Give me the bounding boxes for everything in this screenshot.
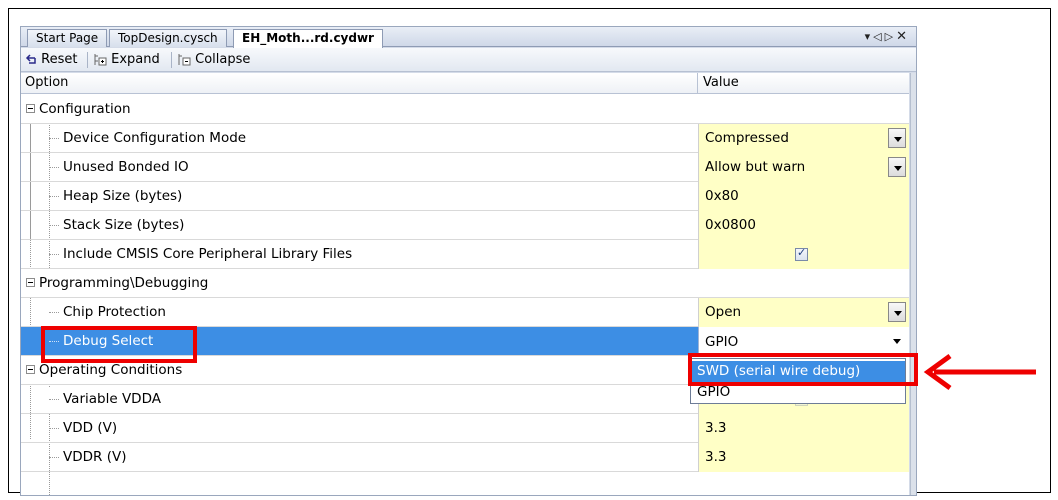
collapse-toggle-icon[interactable] bbox=[26, 278, 35, 287]
chevron-down-icon[interactable] bbox=[888, 302, 906, 322]
scroll-right-icon[interactable]: ▷ bbox=[885, 30, 896, 43]
expand-label: Expand bbox=[111, 52, 160, 67]
property-row-stack-size[interactable]: Stack Size (bytes) 0x0800 bbox=[21, 211, 909, 240]
toolbar-separator bbox=[87, 52, 88, 68]
property-value-dropdown[interactable]: Open bbox=[698, 298, 909, 327]
annotation-highlight-swd-option bbox=[688, 353, 918, 386]
property-label: Unused Bonded IO bbox=[63, 159, 189, 175]
property-row-chip-protection[interactable]: Chip Protection Open bbox=[21, 298, 909, 327]
annotation-highlight-debug-select bbox=[41, 326, 197, 363]
tree-branch bbox=[49, 196, 59, 197]
property-label: Include CMSIS Core Peripheral Library Fi… bbox=[63, 246, 353, 262]
property-value: 3.3 bbox=[705, 420, 727, 436]
reset-icon bbox=[25, 53, 36, 64]
property-value: 0x80 bbox=[705, 188, 739, 204]
group-row-programming-debugging[interactable]: Programming\Debugging bbox=[21, 269, 909, 298]
property-row-vdd[interactable]: VDD (V) 3.3 bbox=[21, 414, 909, 443]
property-row-include-cmsis[interactable]: Include CMSIS Core Peripheral Library Fi… bbox=[21, 240, 909, 269]
property-label: Chip Protection bbox=[63, 304, 166, 320]
collapse-toggle-icon[interactable] bbox=[26, 365, 35, 374]
property-value-field bbox=[698, 240, 909, 269]
group-label: Configuration bbox=[39, 101, 131, 117]
tab-label: TopDesign.cysch bbox=[118, 31, 218, 45]
toolbar: Reset Expand Collapse bbox=[21, 48, 916, 72]
group-label: Programming\Debugging bbox=[39, 275, 209, 291]
property-value: Open bbox=[705, 304, 742, 320]
debug-select-dropdown[interactable]: GPIO bbox=[698, 327, 909, 356]
chevron-down-icon[interactable] bbox=[888, 157, 906, 177]
group-label: Operating Conditions bbox=[39, 362, 183, 378]
tab-start-page[interactable]: Start Page bbox=[27, 29, 108, 47]
property-label: Stack Size (bytes) bbox=[63, 217, 185, 233]
property-value: 0x0800 bbox=[705, 217, 756, 233]
property-value: Allow but warn bbox=[705, 159, 806, 175]
tab-controls: ▾◁▷✕ bbox=[865, 29, 910, 44]
scroll-left-icon[interactable]: ◁ bbox=[873, 30, 884, 43]
tree-branch bbox=[49, 167, 59, 168]
property-value: Compressed bbox=[705, 130, 789, 146]
property-value: 3.3 bbox=[705, 449, 727, 465]
annotation-arrow-icon bbox=[923, 353, 1036, 391]
include-cmsis-checkbox[interactable] bbox=[795, 246, 808, 261]
property-row-vddr[interactable]: VDDR (V) 3.3 bbox=[21, 443, 909, 472]
design-wide-resources-window: Start Page TopDesign.cysch EH_Moth...rd.… bbox=[20, 26, 917, 496]
collapse-button[interactable]: Collapse bbox=[177, 51, 250, 69]
property-value: GPIO bbox=[705, 334, 739, 350]
expand-icon bbox=[94, 53, 107, 65]
tree-branch bbox=[49, 428, 59, 429]
tab-label: EH_Moth...rd.cydwr bbox=[242, 31, 374, 45]
grid-header: Option Value bbox=[21, 73, 909, 94]
reset-button[interactable]: Reset bbox=[25, 51, 77, 69]
vertical-scrollbar[interactable] bbox=[910, 73, 916, 495]
property-label: Heap Size (bytes) bbox=[63, 188, 183, 204]
property-label: VDD (V) bbox=[63, 420, 118, 436]
tree-branch bbox=[49, 312, 59, 313]
property-row-device-configuration-mode[interactable]: Device Configuration Mode Compressed bbox=[21, 124, 909, 153]
option-column-header: Option bbox=[25, 75, 69, 90]
tab-eh-motherboard-cydwr[interactable]: EH_Moth...rd.cydwr bbox=[233, 29, 383, 48]
tree-branch bbox=[49, 138, 59, 139]
property-value-field[interactable]: 0x80 bbox=[698, 182, 909, 211]
close-icon[interactable]: ✕ bbox=[896, 29, 910, 44]
tab-label: Start Page bbox=[36, 31, 99, 45]
group-row-configuration[interactable]: Configuration bbox=[21, 95, 909, 124]
chevron-down-icon[interactable] bbox=[888, 331, 906, 351]
tree-branch bbox=[49, 225, 59, 226]
reset-label: Reset bbox=[41, 52, 78, 67]
collapse-toggle-icon[interactable] bbox=[26, 104, 35, 113]
collapse-label: Collapse bbox=[195, 52, 251, 67]
property-value-dropdown[interactable]: Allow but warn bbox=[698, 153, 909, 182]
value-column-header: Value bbox=[703, 75, 739, 90]
property-grid: Option Value Configuration Device Config… bbox=[21, 73, 909, 495]
property-label: Device Configuration Mode bbox=[63, 130, 247, 146]
property-label: Variable VDDA bbox=[63, 391, 161, 407]
collapse-icon bbox=[178, 53, 191, 65]
property-value-dropdown[interactable]: Compressed bbox=[698, 124, 909, 153]
property-row-heap-size[interactable]: Heap Size (bytes) 0x80 bbox=[21, 182, 909, 211]
tab-strip: Start Page TopDesign.cysch EH_Moth...rd.… bbox=[21, 27, 916, 48]
property-value-field[interactable]: 3.3 bbox=[698, 414, 909, 443]
property-label: VDDR (V) bbox=[63, 449, 127, 465]
tree-branch bbox=[49, 399, 59, 400]
column-divider[interactable] bbox=[697, 73, 698, 94]
property-value-field[interactable]: 3.3 bbox=[698, 443, 909, 472]
expand-button[interactable]: Expand bbox=[93, 51, 160, 69]
tree-branch bbox=[49, 457, 59, 458]
property-value-field[interactable]: 0x0800 bbox=[698, 211, 909, 240]
toolbar-separator bbox=[171, 52, 172, 68]
property-row-unused-bonded-io[interactable]: Unused Bonded IO Allow but warn bbox=[21, 153, 909, 182]
tab-topdesign[interactable]: TopDesign.cysch bbox=[109, 29, 227, 47]
chevron-down-icon[interactable] bbox=[888, 128, 906, 148]
tree-branch bbox=[49, 254, 59, 255]
chevron-down-icon[interactable]: ▾ bbox=[865, 30, 874, 43]
